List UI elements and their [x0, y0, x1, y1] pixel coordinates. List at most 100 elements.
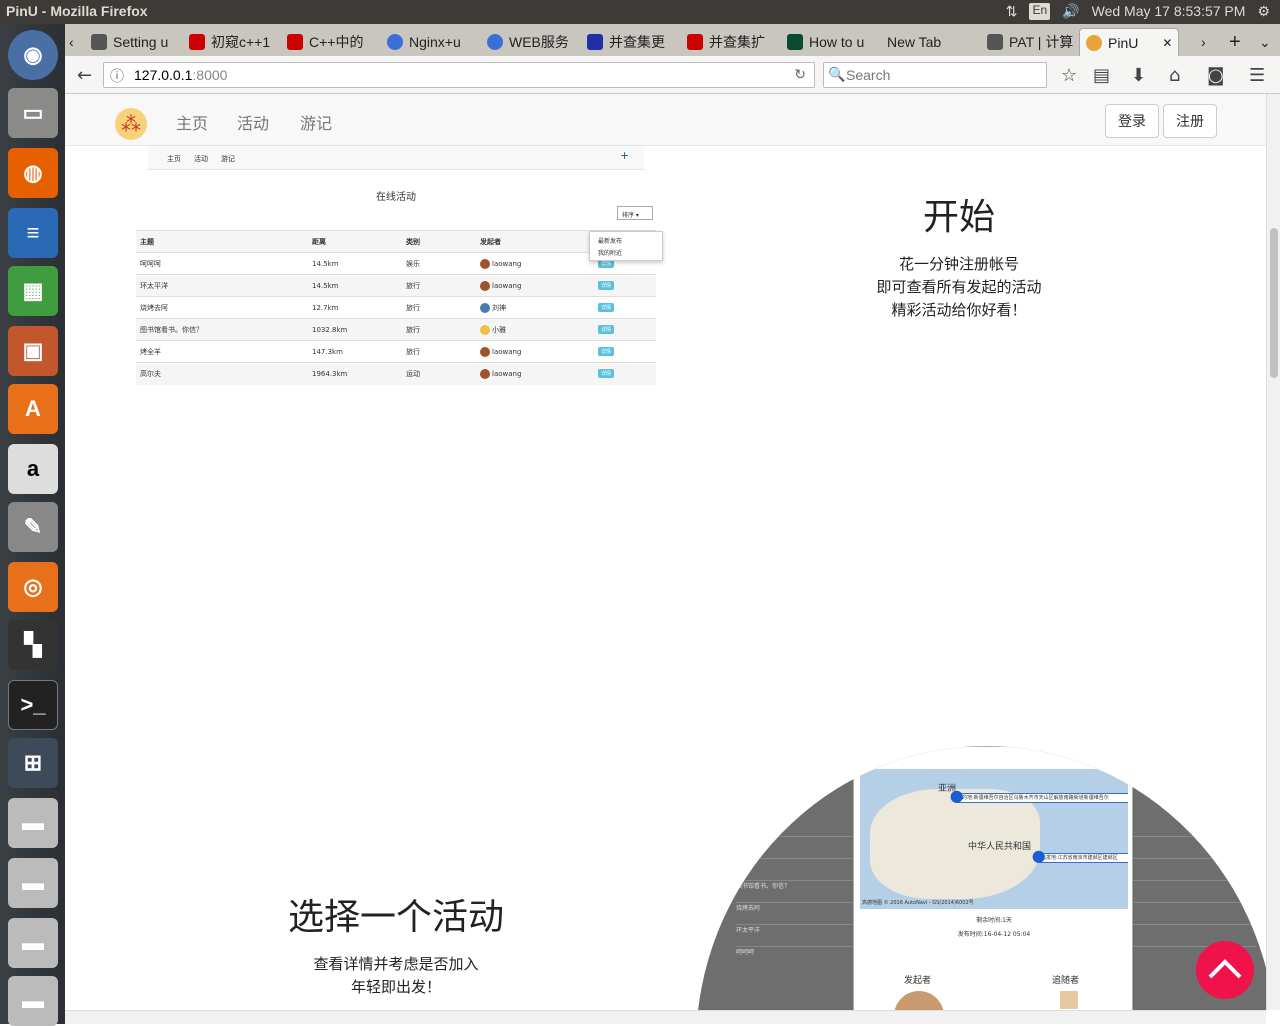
mini-detail-modal: 烤全羊 亚洲 中华人民共和国 目的地:新疆维吾尔自治区乌鲁木齐市天山区解放南路街…: [853, 746, 1133, 1010]
section-choose-title: 选择一个活动: [287, 897, 504, 938]
reload-icon[interactable]: ↻: [794, 66, 806, 83]
section-start-text: 花一分钟注册帐号 即可查看所有发起的活动 精彩活动给你好看！: [876, 255, 1042, 319]
mini-sort-dropdown: 最新发布 我的附近: [589, 231, 663, 261]
bookmark-star-icon[interactable]: ☆: [1061, 65, 1077, 86]
workspace-switcher-icon[interactable]: ⊞: [8, 738, 58, 788]
tab-favicon-icon: [687, 34, 703, 50]
table-row: 烤全羊 147.3km 旅行 laowang 详情: [136, 340, 656, 363]
tab[interactable]: 初窥c++1: [183, 28, 279, 56]
settings-gear-icon[interactable]: ⚙: [1257, 3, 1270, 20]
close-tab-icon[interactable]: ✕: [1162, 36, 1172, 50]
terminal-icon[interactable]: >_: [8, 680, 58, 730]
drive-icon[interactable]: ▬: [8, 858, 58, 908]
back-icon[interactable]: ←: [77, 65, 92, 86]
tab-favicon-icon: [587, 34, 603, 50]
cd-burner-icon[interactable]: ◎: [8, 562, 58, 612]
map-pin-icon: ⬤: [950, 789, 964, 803]
mini-navbar: 主页 活动 游记 +: [148, 146, 644, 170]
calc-icon[interactable]: ▦: [8, 266, 58, 316]
drive-icon[interactable]: ▬: [8, 976, 58, 1026]
tab[interactable]: How to u: [781, 28, 877, 56]
nav-home[interactable]: 主页: [176, 110, 208, 134]
files-icon[interactable]: ▭: [8, 88, 58, 138]
chevron-up-icon: [1208, 959, 1242, 979]
home-icon[interactable]: ⌂: [1169, 65, 1180, 86]
tab-favicon-icon: [487, 34, 503, 50]
tab[interactable]: 并查集更: [581, 28, 677, 56]
network-icon[interactable]: ⇅: [1006, 3, 1018, 20]
impress-icon[interactable]: ▣: [8, 326, 58, 376]
tab-favicon-icon: [387, 34, 403, 50]
tab-favicon-icon: [91, 34, 107, 50]
pocket-icon[interactable]: ◙: [1207, 65, 1224, 86]
tab[interactable]: New Tab: [881, 28, 977, 56]
table-row: 图书馆看书。你信？ 1032.8km 旅行 小雅 详情: [136, 318, 656, 341]
volume-icon[interactable]: 🔊: [1062, 3, 1079, 20]
download-icon[interactable]: ⬇: [1131, 65, 1146, 86]
new-tab-icon[interactable]: +: [1223, 28, 1245, 56]
tab-favicon-icon: [189, 34, 205, 50]
tab-favicon-icon: [1086, 34, 1102, 51]
site-navbar: ⁂ 主页 活动 游记 登录 注册: [65, 94, 1266, 146]
tabs-scroll-left-icon[interactable]: ‹: [67, 28, 85, 56]
section-start-title: 开始: [922, 197, 995, 238]
software-center-icon[interactable]: A: [8, 384, 58, 434]
add-icon: +: [620, 149, 630, 162]
table-row: 呵呵呵 14.5km 娱乐 laowang 详情: [136, 252, 656, 275]
vertical-scrollbar[interactable]: [1266, 94, 1280, 1010]
map-pin-icon: ⬤: [1032, 849, 1046, 863]
mini-sort-button: 排序 ▾: [617, 206, 653, 220]
table-row: 环太平洋 14.5km 旅行 laowang 详情: [136, 274, 656, 297]
keyboard-indicator[interactable]: En: [1029, 3, 1051, 20]
tab[interactable]: PAT | 计算: [981, 28, 1077, 56]
drive-icon[interactable]: ▬: [8, 918, 58, 968]
scroll-to-top-button[interactable]: [1196, 941, 1254, 999]
writer-icon[interactable]: ≡: [8, 208, 58, 258]
system-settings-icon[interactable]: ✎: [8, 502, 58, 552]
tab-active[interactable]: PinU ✕: [1079, 28, 1179, 56]
table-row: 烧烤去阿 12.7km 旅行 刘神 详情: [136, 296, 656, 319]
tab-favicon-icon: [287, 34, 303, 50]
preview-activity-detail: 主页 活动 游记 排序 ▾ 高尔夫 烤全羊 图书馆看书。你信？ 烧烤去阿 环太平…: [696, 746, 1266, 1010]
launcher: ◉ ▭ ◍ ≡ ▦ ▣ A a ✎ ◎ ▚ >_ ⊞ ▬ ▬ ▬ ▬: [0, 24, 65, 1026]
tabs-scroll-right-icon[interactable]: ›: [1195, 28, 1215, 56]
nav-activities[interactable]: 活动: [237, 110, 269, 134]
tab[interactable]: Setting u: [85, 28, 181, 56]
site-logo[interactable]: ⁂: [115, 108, 147, 140]
firefox-icon[interactable]: ◍: [8, 148, 58, 198]
tab[interactable]: C++中的: [281, 28, 377, 56]
search-input[interactable]: 🔍 Search: [823, 62, 1047, 88]
login-button[interactable]: 登录: [1105, 104, 1159, 138]
scrollbar-thumb[interactable]: [1270, 228, 1278, 378]
amazon-icon[interactable]: a: [8, 444, 58, 494]
tab-list-icon[interactable]: ⌄: [1253, 28, 1275, 56]
tab[interactable]: 并查集扩: [681, 28, 777, 56]
url-bar[interactable]: ⓘ 127.0.0.1:8000 ↻: [103, 62, 815, 88]
clock[interactable]: Wed May 17 8:53:57 PM: [1092, 3, 1246, 20]
preview-activity-list: 主页 活动 游记 + 在线活动 排序 ▾ 主题 距离 类别 发起者 呵呵呵 14.…: [136, 146, 663, 385]
menu-icon[interactable]: ☰: [1249, 65, 1265, 86]
tab-favicon-icon: [987, 34, 1003, 50]
tab-strip: ‹ Setting u 初窥c++1 C++中的 Nginx+u WEB服务 并…: [65, 24, 1280, 56]
table-header: 主题 距离 类别 发起者: [136, 230, 656, 253]
ubuntu-dash-icon[interactable]: ◉: [8, 30, 58, 80]
navigation-toolbar: ← ⓘ 127.0.0.1:8000 ↻ 🔍 Search ☆ ▤ ⬇ ⌂ ◙ …: [65, 56, 1280, 94]
horizontal-scrollbar[interactable]: [65, 1010, 1266, 1024]
reading-list-icon[interactable]: ▤: [1093, 65, 1110, 86]
tab[interactable]: WEB服务: [481, 28, 577, 56]
drive-icon[interactable]: ▬: [8, 798, 58, 848]
section-choose-text: 查看详情并考虑是否加入 年轻即出发！: [313, 955, 479, 996]
nav-travelogue[interactable]: 游记: [300, 110, 332, 134]
register-button[interactable]: 注册: [1163, 104, 1217, 138]
mini-map: 亚洲 中华人民共和国 目的地:新疆维吾尔自治区乌鲁木齐市天山区解放南路街道新疆维…: [860, 769, 1128, 909]
system-tray: ⇅ En 🔊 Wed May 17 8:53:57 PM ⚙: [1006, 3, 1270, 20]
mini-activity-table: 主题 距离 类别 发起者 呵呵呵 14.5km 娱乐 laowang 详情 环太平洋 14…: [136, 230, 656, 385]
mini-title: 在线活动: [376, 192, 416, 203]
puzzle-app-icon[interactable]: ▚: [8, 620, 58, 670]
table-row: 高尔夫 1964.3km 运动 laowang 详情: [136, 362, 656, 385]
tab[interactable]: Nginx+u: [381, 28, 477, 56]
initiator-avatar: [894, 991, 944, 1010]
info-icon[interactable]: ⓘ: [110, 66, 124, 86]
system-top-bar: PinU - Mozilla Firefox ⇅ En 🔊 Wed May 17…: [0, 0, 1280, 24]
url-text: 127.0.0.1:8000: [134, 67, 228, 83]
